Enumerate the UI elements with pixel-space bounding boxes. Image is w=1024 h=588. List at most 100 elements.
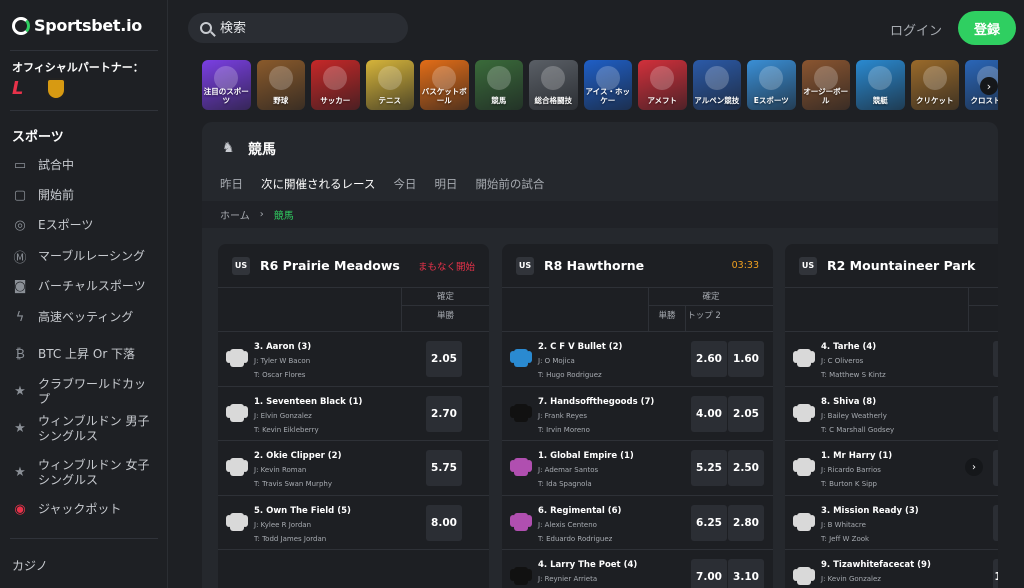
runner-name[interactable]: 6. Regimental (6) xyxy=(538,506,621,516)
sidebar-item[interactable]: ◙ バーチャルスポーツ xyxy=(0,272,168,302)
runner-name[interactable]: 4. Larry The Poet (4) xyxy=(538,560,637,570)
tab-day[interactable]: 今日 xyxy=(393,176,416,204)
sport-tile[interactable]: 野球 xyxy=(256,60,305,110)
odds-button[interactable]: 8.00 xyxy=(426,504,462,541)
sidebar-item-label: バーチャルスポーツ xyxy=(38,279,146,294)
tiles-next-icon[interactable]: › xyxy=(980,77,998,95)
race-card-header[interactable]: US R8 Hawthorne 03:33 xyxy=(502,244,773,288)
search-bar[interactable] xyxy=(188,13,408,43)
odds-button[interactable]: 2.60 xyxy=(691,341,727,377)
cards-next-icon[interactable]: › xyxy=(965,458,983,476)
odds-button[interactable]: 7.00 xyxy=(691,559,727,588)
runner-name[interactable]: 1. Global Empire (1) xyxy=(538,451,634,461)
sidebar-item-label: 開始前 xyxy=(38,188,75,203)
odds-button[interactable]: 5.25 xyxy=(691,450,727,486)
sport-tile[interactable]: 注目のスポーツ xyxy=(202,60,251,110)
sport-tile[interactable]: アイス・ホッケー xyxy=(583,60,632,110)
runner-name[interactable]: 4. Tarhe (4) xyxy=(821,342,876,352)
casino-section-title[interactable]: カジノ xyxy=(12,557,48,574)
runner-name[interactable]: 3. Aaron (3) xyxy=(254,342,311,352)
tab-day[interactable]: 次に開催されるレース xyxy=(261,176,376,204)
odds-button[interactable]: 2.70 xyxy=(426,395,462,432)
sidebar-item[interactable]: ◎ Eスポーツ xyxy=(0,211,168,241)
odds-button[interactable]: 2.80 xyxy=(728,504,764,541)
runner-trainer: T: Kevin Eikleberry xyxy=(254,425,319,434)
divider xyxy=(10,110,158,111)
register-button[interactable]: 登録 xyxy=(958,11,1016,45)
odds-button[interactable]: 2.50 xyxy=(728,450,764,486)
race-card-header[interactable]: US R6 Prairie Meadows まもなく開始 xyxy=(218,244,489,288)
odds-button[interactable]: 4.00 xyxy=(691,395,727,432)
sidebar-item[interactable]: Ⓜ マーブルレーシング xyxy=(0,241,168,271)
runner-name[interactable]: 2. C F V Bullet (2) xyxy=(538,342,622,352)
sidebar-item[interactable]: ★ ウィンブルドン 女子シングルス xyxy=(0,451,168,495)
sport-tile-label: バスケットボール xyxy=(421,87,467,105)
tab-day[interactable]: 明日 xyxy=(434,176,457,204)
breadcrumb-separator-icon: › xyxy=(259,209,264,220)
sport-tile[interactable]: バスケットボール xyxy=(420,60,469,110)
odds-button[interactable]: 2.05 xyxy=(426,341,462,377)
sidebar-item[interactable]: ▭ 試合中 xyxy=(0,150,168,180)
sport-tile[interactable]: テニス xyxy=(365,60,414,110)
runner-name[interactable]: 2. Okie Clipper (2) xyxy=(254,451,341,461)
sport-tile[interactable]: 競馬 xyxy=(474,60,523,110)
laliga-logo-icon[interactable]: L xyxy=(12,79,32,99)
odds-button[interactable]: 6.50 xyxy=(993,395,998,432)
odds-header: 確定 単勝 xyxy=(218,288,489,332)
sport-tile[interactable]: オージーボール xyxy=(801,60,850,110)
sport-figure-icon xyxy=(650,66,674,90)
runner-row: 5. Own The Field (5) J: Kylee R Jordan T: … xyxy=(218,496,489,550)
sport-tile[interactable]: 総合格闘技 xyxy=(529,60,578,110)
odds-button[interactable]: 6.25 xyxy=(691,504,727,541)
runner-row: 8. Shiva (8) J: Bailey Weatherly T: C Mars… xyxy=(785,387,998,441)
sidebar-item[interactable]: ▢ 開始前 xyxy=(0,180,168,210)
odds-button[interactable]: 8.50 xyxy=(993,504,998,541)
calendar-icon: ▢ xyxy=(13,188,27,204)
brand-name: Sportsbet.io xyxy=(34,16,142,35)
horse-racing-icon: ♞ xyxy=(222,140,235,156)
sport-tile[interactable]: 競艇 xyxy=(856,60,905,110)
sport-tile[interactable]: サッカー xyxy=(311,60,360,110)
runner-name[interactable]: 3. Mission Ready (3) xyxy=(821,506,919,516)
sport-tile-label: クリケット xyxy=(916,96,954,105)
runner-jockey: J: Ricardo Barrios xyxy=(821,466,881,474)
runner-name[interactable]: 1. Seventeen Black (1) xyxy=(254,397,362,407)
sidebar-item[interactable]: ◉ ジャックポット xyxy=(0,495,168,525)
runner-jockey: J: Ademar Santos xyxy=(538,466,599,474)
odds-button[interactable]: 1.60 xyxy=(728,341,764,377)
sidebar-item[interactable]: ϟ 高速ベッティング xyxy=(0,302,168,332)
breadcrumb-home[interactable]: ホーム xyxy=(220,207,250,222)
sidebar-item[interactable]: ★ クラブワールドカップ xyxy=(0,376,168,406)
country-flag-icon: US xyxy=(799,256,817,275)
odds-button[interactable]: 3.10 xyxy=(728,559,764,588)
gamepad-icon: ◎ xyxy=(14,218,26,234)
runner-row: 2. C F V Bullet (2) J: O Mojica T: Hugo Ro… xyxy=(502,332,773,387)
sidebar-item-label: ウィンブルドン 男子シングルス xyxy=(38,413,150,443)
sport-tile[interactable]: Eスポーツ xyxy=(747,60,796,110)
search-input[interactable] xyxy=(220,20,390,36)
runner-jockey: J: Frank Reyes xyxy=(538,411,587,420)
odds-button[interactable]: 2.05 xyxy=(728,395,764,432)
runner-name[interactable]: 1. Mr Harry (1) xyxy=(821,451,892,461)
race-card-header[interactable]: US R2 Mountaineer Park xyxy=(785,244,998,288)
runner-jockey: J: Alexis Centeno xyxy=(538,520,597,529)
odds-button[interactable]: 5.75 xyxy=(426,450,462,486)
odds-button[interactable]: 1.60 xyxy=(993,341,998,377)
login-link[interactable]: ログイン xyxy=(890,20,942,39)
runner-name[interactable]: 5. Own The Field (5) xyxy=(254,506,351,516)
runner-name[interactable]: 8. Shiva (8) xyxy=(821,397,876,407)
odds-button[interactable]: 10.00 xyxy=(993,559,998,588)
sidebar-item[interactable]: ₿ BTC 上昇 Or 下落 xyxy=(0,332,168,376)
runner-name[interactable]: 7. Handsoffthegoods (7) xyxy=(538,397,654,407)
sport-tile[interactable]: アメフト xyxy=(638,60,687,110)
tab-day[interactable]: 昨日 xyxy=(220,176,243,204)
odds-button[interactable]: 8.50 xyxy=(993,450,998,486)
tab-day[interactable]: 開始前の試合 xyxy=(475,176,544,204)
race-name: R6 Prairie Meadows xyxy=(260,258,400,273)
runner-name[interactable]: 9. Tizawhitefacecat (9) xyxy=(821,560,931,570)
club-crest-icon[interactable] xyxy=(46,78,66,100)
sport-tile[interactable]: アルペン競技 xyxy=(692,60,741,110)
sidebar-item[interactable]: ★ ウィンブルドン 男子シングルス xyxy=(0,407,168,451)
sport-tile[interactable]: クリケット xyxy=(910,60,959,110)
brand-logo[interactable]: Sportsbet.io xyxy=(12,16,142,35)
